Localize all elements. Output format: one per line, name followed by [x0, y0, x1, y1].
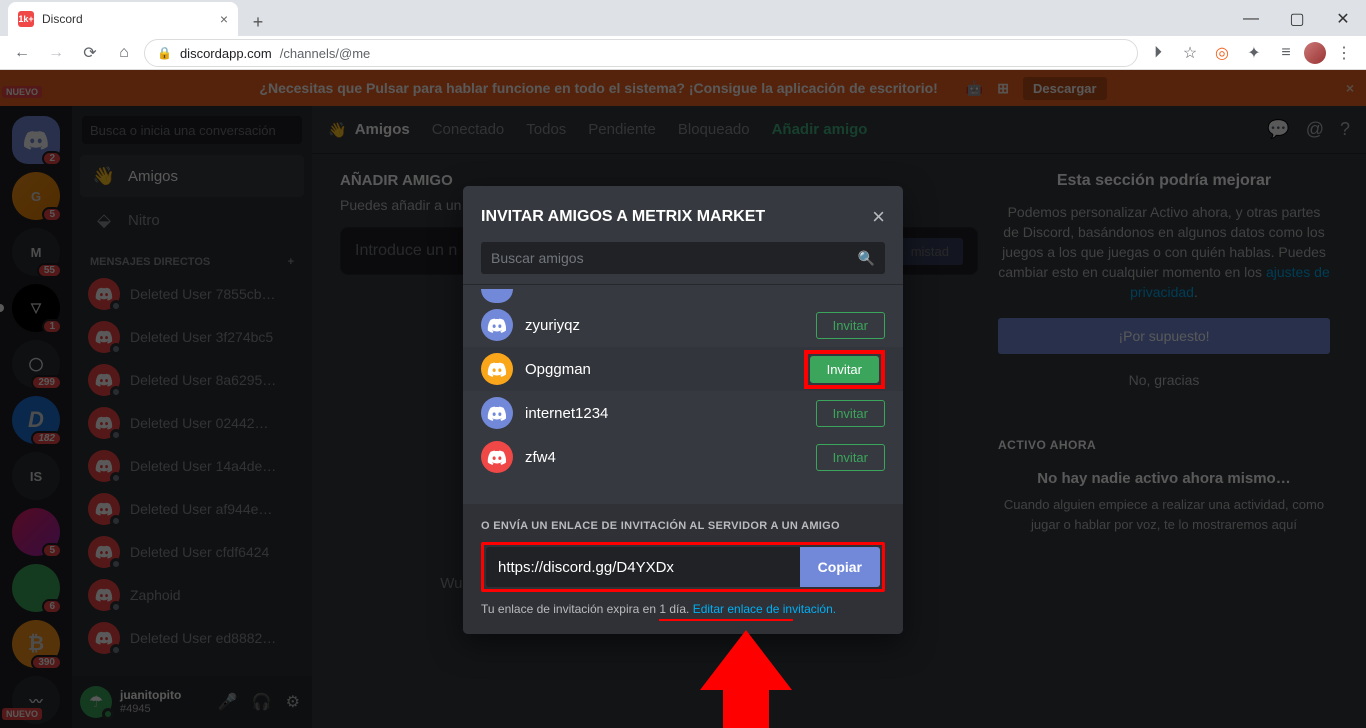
forward-icon[interactable]: →	[42, 39, 70, 67]
back-icon[interactable]: ←	[8, 39, 36, 67]
new-tab-button[interactable]: +	[244, 8, 272, 36]
minimize-icon[interactable]: —	[1228, 2, 1274, 36]
puzzle-icon[interactable]: ✦	[1240, 39, 1268, 67]
friend-name: zyuriyqz	[525, 317, 804, 334]
search-icon: 🔍	[858, 250, 875, 267]
lock-icon: 🔒	[157, 46, 172, 60]
friend-search-input[interactable]: Buscar amigos 🔍	[481, 242, 885, 274]
invite-button[interactable]: Invitar	[810, 356, 879, 383]
avatar-icon	[481, 353, 513, 385]
invite-button[interactable]: Invitar	[816, 400, 885, 427]
friend-list[interactable]: .zyuriyqzInvitarOpggmanInvitarinternet12…	[463, 284, 903, 504]
friend-row: internet1234 Invitar	[463, 391, 903, 435]
friend-row: Opggman Invitar	[463, 347, 903, 391]
extension-icon[interactable]: ◎	[1208, 39, 1236, 67]
invite-button[interactable]: Invitar	[816, 444, 885, 471]
annotation-arrow-icon	[700, 630, 792, 728]
maximize-icon[interactable]: ▢	[1274, 2, 1320, 36]
invite-button[interactable]: Invitar	[816, 312, 885, 339]
friend-name: zfw4	[525, 449, 804, 466]
reload-icon[interactable]: ⟳	[76, 39, 104, 67]
url-path: /channels/@me	[280, 46, 371, 61]
avatar-icon	[481, 309, 513, 341]
home-icon[interactable]: ⌂	[110, 39, 138, 67]
close-icon[interactable]: ×	[220, 11, 228, 27]
modal-title: INVITAR AMIGOS A METRIX MARKET	[481, 208, 765, 226]
browser-chrome: 1k+ Discord × + — ▢ ✕ ← → ⟳ ⌂ 🔒 discorda…	[0, 0, 1366, 70]
friend-name: Opggman	[525, 361, 792, 378]
invite-modal: INVITAR AMIGOS A METRIX MARKET × Buscar …	[463, 186, 903, 634]
copy-button[interactable]: Copiar	[800, 547, 880, 587]
bookmark-icon[interactable]: ☆	[1176, 39, 1204, 67]
annotation-underline	[659, 619, 793, 621]
browser-tab[interactable]: 1k+ Discord ×	[8, 2, 238, 36]
placeholder-text: Buscar amigos	[491, 250, 584, 266]
reading-list-icon[interactable]: ≡	[1272, 39, 1300, 67]
close-window-icon[interactable]: ✕	[1320, 2, 1366, 36]
profile-avatar-icon[interactable]	[1304, 42, 1326, 64]
avatar-icon	[481, 397, 513, 429]
close-icon[interactable]: ×	[872, 204, 885, 230]
address-bar[interactable]: 🔒 discordapp.com/channels/@me	[144, 39, 1138, 67]
avatar-icon	[481, 441, 513, 473]
friend-name: internet1234	[525, 405, 804, 422]
tab-title: Discord	[42, 12, 83, 26]
tab-strip: 1k+ Discord × + — ▢ ✕	[0, 0, 1366, 36]
invite-link-input[interactable]	[486, 547, 800, 587]
friend-row: zfw4 Invitar	[463, 435, 903, 479]
favicon-icon: 1k+	[18, 11, 34, 27]
url-host: discordapp.com	[180, 46, 272, 61]
link-header: O ENVÍA UN ENLACE DE INVITACIÓN AL SERVI…	[481, 520, 885, 532]
expire-text: Tu enlace de invitación expira en 1 día.…	[481, 602, 885, 616]
discord-app: ¿Necesitas que Pulsar para hablar funcio…	[0, 70, 1366, 728]
window-buttons: — ▢ ✕	[1228, 2, 1366, 36]
kebab-icon[interactable]: ⋮	[1330, 39, 1358, 67]
translate-icon[interactable]: ⏵	[1144, 39, 1172, 67]
browser-toolbar: ← → ⟳ ⌂ 🔒 discordapp.com/channels/@me ⏵ …	[0, 36, 1366, 70]
edit-invite-link[interactable]: Editar enlace de invitación.	[693, 602, 836, 616]
friend-row: zyuriyqz Invitar	[463, 303, 903, 347]
